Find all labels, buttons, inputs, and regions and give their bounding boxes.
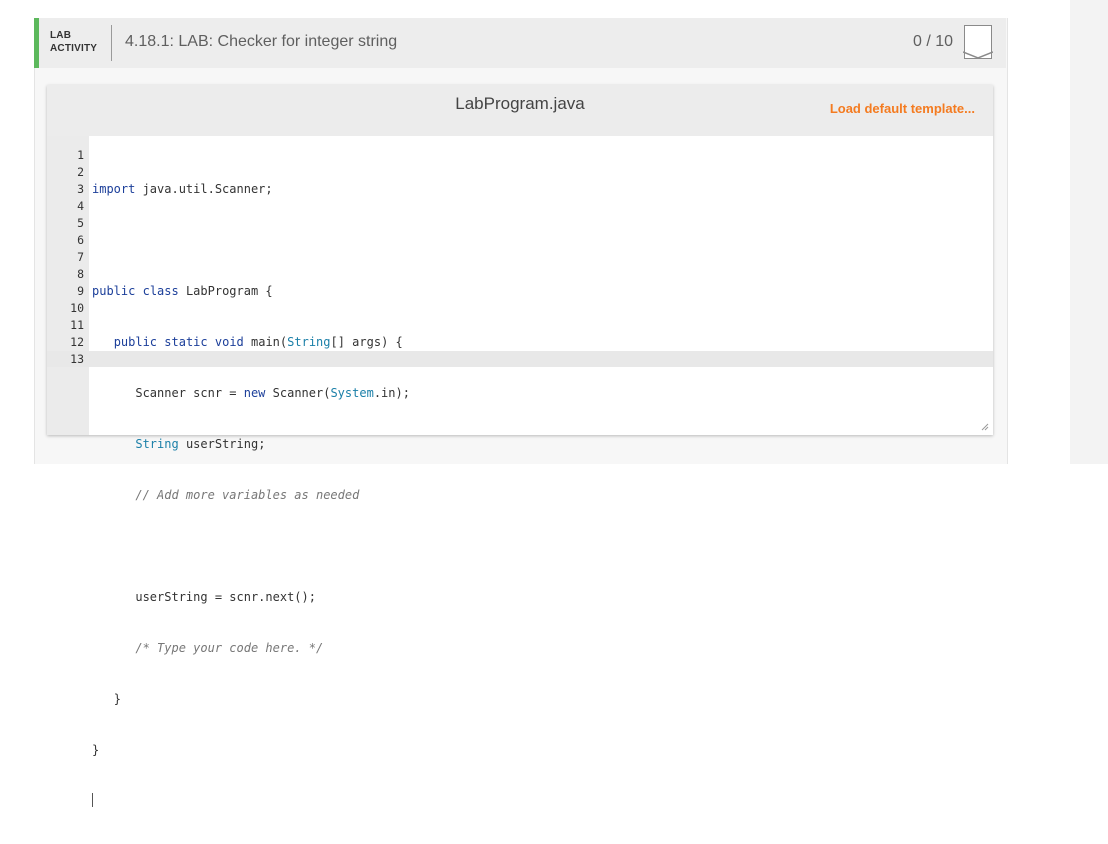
activity-type-line1: LAB [50, 30, 72, 41]
code-line-13[interactable] [92, 793, 410, 810]
code-line-1[interactable]: import java.util.Scanner; [92, 181, 410, 198]
code-line-4[interactable]: public static void main(String[] args) { [92, 334, 410, 351]
activity-type-line2: ACTIVITY [50, 43, 98, 54]
code-token: static [164, 335, 208, 349]
code-token: void [214, 335, 244, 349]
code-token: java.util.Scanner; [135, 182, 273, 196]
line-number: 8 [77, 267, 84, 281]
code-line-9[interactable]: userString = scnr.next(); [92, 589, 410, 606]
activity-header: LAB ACTIVITY 4.18.1: LAB: Checker for in… [34, 18, 1006, 68]
activity-title: 4.18.1: LAB: Checker for integer string [125, 33, 398, 50]
code-line-3[interactable]: public class LabProgram { [92, 283, 410, 300]
line-number: 6 [77, 233, 84, 247]
editor-header: LabProgram.java Load default template... [47, 85, 993, 136]
code-token: import [92, 182, 136, 196]
line-number: 1 [77, 148, 84, 162]
code-token: class [142, 284, 179, 298]
line-numbers: 1 2 3 4 5 6 7 8 9 10 11 12 13 [47, 147, 84, 368]
code-token: Scanner scnr = [135, 386, 244, 400]
code-token: LabProgram { [178, 284, 273, 298]
code-line-2[interactable] [92, 232, 410, 249]
code-editor: LabProgram.java Load default template...… [47, 85, 993, 807]
code-text-area[interactable]: import java.util.Scanner; public class L… [92, 147, 410, 844]
line-number: 7 [77, 250, 84, 264]
line-number: 4 [77, 199, 84, 213]
line-number: 9 [77, 284, 84, 298]
line-number: 12 [70, 335, 84, 349]
code-token: main( [243, 335, 288, 349]
code-token: new [243, 386, 266, 400]
code-line-8[interactable] [92, 538, 410, 555]
code-token: Scanner( [265, 386, 331, 400]
code-token: .in); [373, 386, 410, 400]
code-token: } [92, 743, 100, 757]
code-comment: // Add more variables as needed [135, 488, 360, 502]
code-token: public [113, 335, 158, 349]
code-line-12[interactable]: } [92, 742, 410, 759]
code-token: String [287, 335, 331, 349]
code-line-11[interactable]: } [92, 691, 410, 708]
completion-badge-icon [963, 25, 993, 59]
text-cursor [92, 793, 93, 807]
header-divider [111, 25, 112, 61]
line-number: 2 [77, 165, 84, 179]
code-token: userString = scnr.next(); [135, 590, 316, 604]
line-number: 10 [70, 301, 84, 315]
badge-chevron-icon [963, 51, 993, 59]
code-line-7[interactable]: // Add more variables as needed [92, 487, 410, 504]
code-token: } [113, 692, 121, 706]
line-number: 3 [77, 182, 84, 196]
code-line-6[interactable]: String userString; [92, 436, 410, 453]
code-token: public [92, 284, 136, 298]
activity-score: 0 / 10 [913, 33, 954, 50]
line-number: 5 [77, 216, 84, 230]
code-comment: /* Type your code here. */ [135, 641, 324, 655]
right-panel-strip [1070, 0, 1108, 464]
line-number: 13 [70, 352, 84, 366]
code-token: [] args) { [330, 335, 403, 349]
activity-accent-bar [34, 18, 39, 68]
code-line-5[interactable]: Scanner scnr = new Scanner(System.in); [92, 385, 410, 402]
code-token: System [330, 386, 374, 400]
activity-type-label: LAB ACTIVITY [50, 29, 97, 55]
code-token: String [135, 437, 179, 451]
code-line-10[interactable]: /* Type your code here. */ [92, 640, 410, 657]
resize-handle-icon[interactable] [981, 423, 989, 431]
line-number: 11 [70, 318, 84, 332]
load-default-template-button[interactable]: Load default template... [830, 101, 975, 116]
code-token: userString; [178, 437, 266, 451]
